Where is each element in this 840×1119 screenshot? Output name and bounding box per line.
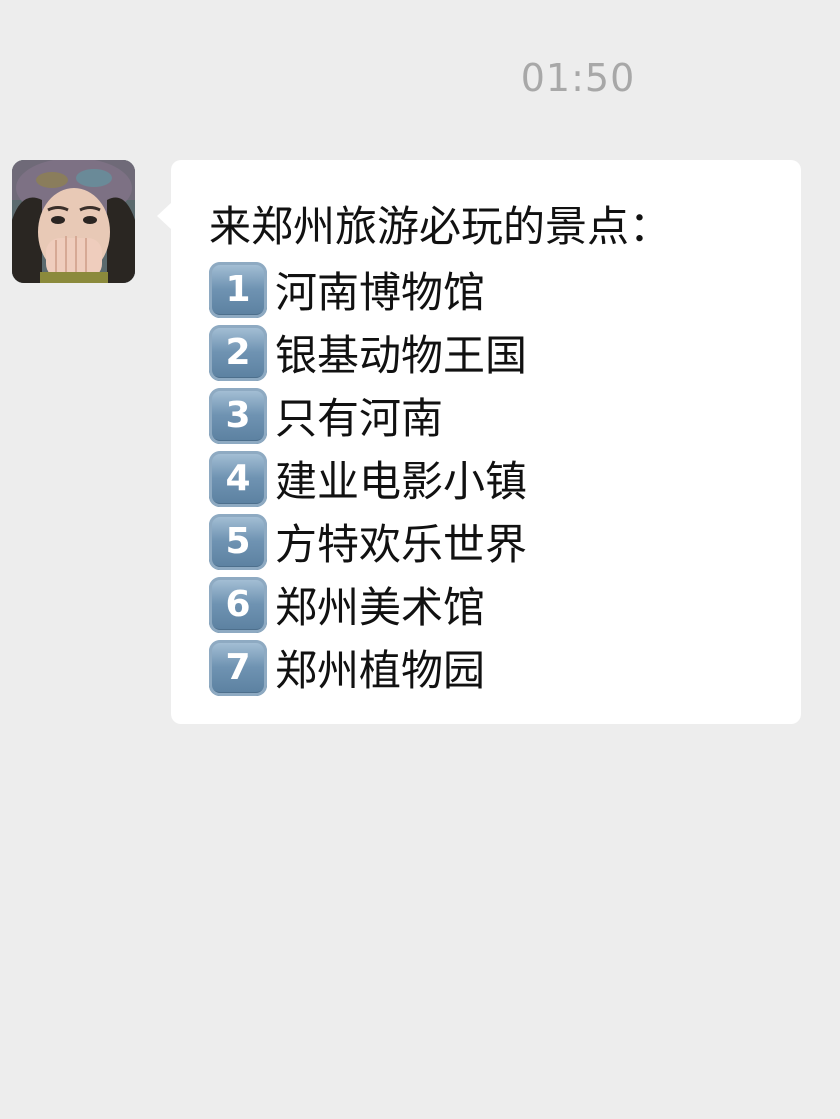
- keycap-6-icon: 6: [209, 576, 267, 633]
- list-item: 7 郑州植物园: [209, 636, 801, 699]
- keycap-3-icon: 3: [209, 387, 267, 444]
- bubble-tail: [157, 202, 172, 230]
- list-item-text: 河南博物馆: [275, 268, 486, 317]
- list-item-text: 只有河南: [275, 394, 444, 443]
- keycap-5-icon: 5: [209, 513, 267, 570]
- list-item: 5 方特欢乐世界: [209, 510, 801, 573]
- list-item-text: 郑州美术馆: [275, 583, 486, 632]
- keycap-1-icon: 1: [209, 261, 267, 318]
- list-item: 2 银基动物王国: [209, 321, 801, 384]
- attraction-list: 1 河南博物馆 2 银基动物王国 3 只有河南 4 建业电影小镇 5 方特欢乐世…: [209, 258, 801, 699]
- keycap-2-icon: 2: [209, 324, 267, 381]
- avatar-image: [12, 160, 135, 283]
- list-item: 6 郑州美术馆: [209, 573, 801, 636]
- list-item-text: 方特欢乐世界: [275, 520, 528, 569]
- message-timestamp: 01:50: [520, 56, 636, 100]
- list-item-text: 银基动物王国: [275, 331, 528, 380]
- keycap-7-icon: 7: [209, 639, 267, 696]
- message-bubble[interactable]: 来郑州旅游必玩的景点： 1 河南博物馆 2 银基动物王国 3 只有河南 4 建业…: [157, 160, 801, 724]
- message-heading: 来郑州旅游必玩的景点：: [209, 202, 672, 251]
- list-item: 3 只有河南: [209, 384, 801, 447]
- list-item: 1 河南博物馆: [209, 258, 801, 321]
- list-item-text: 建业电影小镇: [275, 457, 528, 506]
- keycap-4-icon: 4: [209, 450, 267, 507]
- list-item-text: 郑州植物园: [275, 646, 486, 695]
- list-item: 4 建业电影小镇: [209, 447, 801, 510]
- sender-avatar[interactable]: [12, 160, 135, 283]
